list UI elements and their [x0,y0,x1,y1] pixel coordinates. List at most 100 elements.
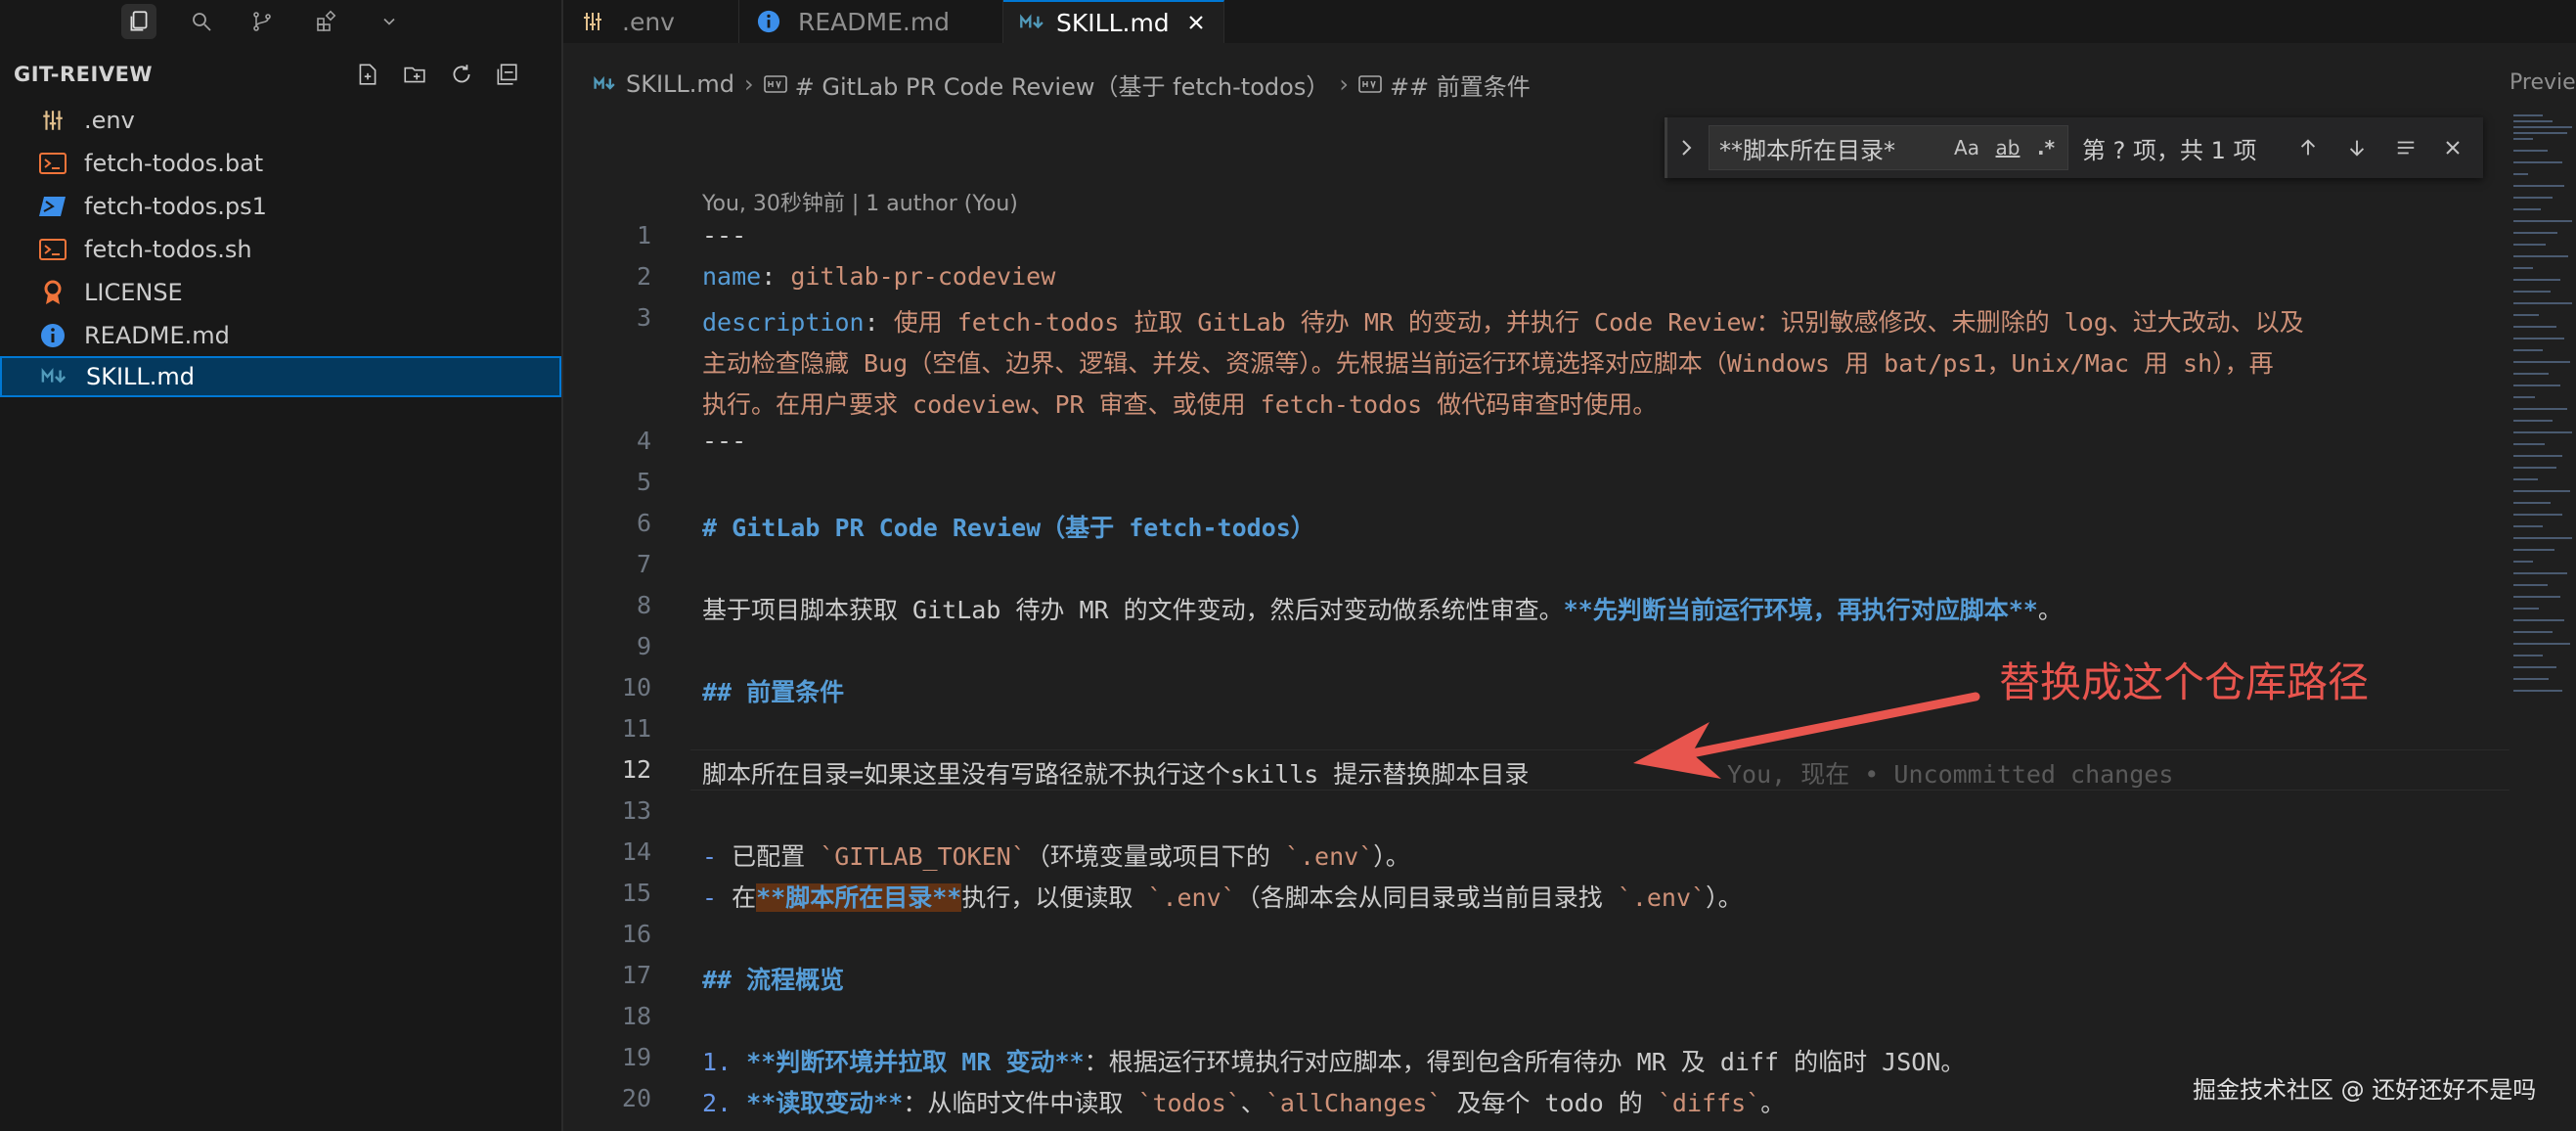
terminal-file-icon [39,236,67,263]
info-file-icon [39,322,67,349]
whole-word-toggle[interactable]: ab [1988,131,2027,164]
chevron-right-icon: › [1339,70,1349,98]
activity-bar [0,0,561,43]
line-number: 10 [621,673,651,701]
new-file-icon[interactable] [352,59,383,90]
line-number: 16 [621,920,651,948]
info-file-icon [755,8,782,35]
breadcrumb-file[interactable]: SKILL.md [626,70,734,98]
minimap[interactable] [2509,106,2576,1131]
line-number: 5 [636,468,651,496]
preview-panel-label[interactable]: Previe [2509,70,2576,95]
line-number: 3 [636,303,651,332]
line-number: 11 [621,714,651,743]
file-item-readme[interactable]: README.md [0,315,561,356]
line-number: 20 [621,1084,651,1112]
code-line: - 已配置 `GITLAB_TOKEN`（环境变量或项目下的 `.env`）。 [702,842,1410,871]
file-label: LICENSE [84,279,183,306]
regex-toggle[interactable]: .* [2029,131,2063,164]
collapse-all-icon[interactable] [491,59,522,90]
code-editor[interactable]: You, 30秒钟前 | 1 author (You) 1 2 3 4 5 6 … [563,106,2509,1131]
new-folder-icon[interactable] [399,59,430,90]
file-label: .env [84,107,135,134]
file-label: SKILL.md [86,363,196,390]
arrow-down-icon[interactable] [2340,131,2374,164]
close-icon[interactable] [1182,9,1210,36]
explorer-section-header[interactable]: GIT-REIVEW [0,57,561,92]
source-control-icon[interactable] [244,4,280,39]
powershell-file-icon [39,193,67,220]
code-line: --- [702,427,747,455]
code-line-wrap: 执行。在用户要求 codeview、PR 审查、或使用 fetch-todos … [702,390,1658,419]
code-line-wrap: 主动检查隐藏 Bug（空值、边界、逻辑、并发、资源等）。先根据当前运行环境选择对… [702,349,2274,378]
file-item-env[interactable]: .env [0,100,561,141]
annotation-arrow [1633,692,1980,779]
tab-readme[interactable]: README.md [739,0,1003,43]
code-line: ## 前置条件 [702,678,845,706]
tab-label: SKILL.md [1056,8,1170,37]
watermark: 掘金技术社区 @ 还好还好不是吗 [2193,1076,2537,1104]
settings-file-icon [39,107,67,134]
line-number: 8 [636,591,651,619]
code-line: # GitLab PR Code Review（基于 fetch-todos） [702,514,1315,542]
tab-label: .env [622,7,675,36]
extensions-icon[interactable] [309,4,344,39]
line-number: 12 [621,755,651,784]
line-number: 19 [621,1043,651,1071]
file-label: fetch-todos.ps1 [84,193,267,220]
find-in-selection-icon[interactable] [2389,131,2422,164]
settings-file-icon [579,8,606,35]
breadcrumb-h2[interactable]: ## 前置条件 [1390,68,1531,102]
arrow-up-icon[interactable] [2291,131,2325,164]
editor-tab-bar: .env README.md SKILL.md [563,0,2576,43]
code-line: 2. **读取变动**：从临时文件中读取 `todos`、`allChanges… [702,1089,1786,1117]
file-item-fetch-todos-bat[interactable]: fetch-todos.bat [0,143,561,184]
chevron-right-icon: › [744,70,754,98]
line-number: 4 [636,427,651,455]
file-item-license[interactable]: LICENSE [0,272,561,313]
chevron-down-icon[interactable] [372,4,407,39]
markdown-file-icon [41,363,68,390]
minimap-lines [2513,114,2572,692]
breadcrumb: SKILL.md › # GitLab PR Code Review（基于 fe… [593,67,2451,102]
explorer-sidebar: GIT-REIVEW .env fetch-todos.bat fetch-to… [0,0,563,1131]
license-file-icon [39,279,67,306]
heading-symbol-icon [1358,74,1382,94]
blame-codelens[interactable]: You, 30秒钟前 | 1 author (You) [702,186,1018,217]
code-line: 脚本所在目录=如果这里没有写路径就不执行这个skills 提示替换脚本目录 [702,760,1530,789]
file-item-skill-md[interactable]: SKILL.md [0,356,561,397]
explorer-icon[interactable] [121,4,156,39]
refresh-icon[interactable] [446,59,477,90]
terminal-file-icon [39,150,67,177]
search-icon[interactable] [184,4,219,39]
file-label: fetch-todos.bat [84,150,264,177]
match-case-toggle[interactable]: Aa [1949,131,1984,164]
file-item-fetch-todos-ps1[interactable]: fetch-todos.ps1 [0,186,561,227]
file-label: fetch-todos.sh [84,236,252,263]
chevron-right-icon[interactable] [1675,133,1699,162]
tab-skill-md[interactable]: SKILL.md [1003,0,1224,43]
tab-label: README.md [798,7,951,36]
breadcrumb-h1[interactable]: # GitLab PR Code Review（基于 fetch-todos） [795,68,1330,102]
line-number: 1 [636,221,651,249]
annotation-label: 替换成这个仓库路径 [1999,658,2370,706]
code-line: ## 流程概览 [702,966,845,994]
line-number: 13 [621,796,651,825]
file-item-fetch-todos-sh[interactable]: fetch-todos.sh [0,229,561,270]
line-number: 14 [621,837,651,866]
tab-env[interactable]: .env [563,0,739,43]
line-number: 6 [636,509,651,537]
code-line: --- [702,221,747,249]
find-result-count: 第 ? 项，共 1 项 [2082,137,2257,164]
line-number: 15 [621,879,651,907]
close-icon[interactable] [2436,131,2469,164]
code-line: 1. **判断环境并拉取 MR 变动**：根据运行环境执行对应脚本，得到包含所有… [702,1048,1966,1076]
find-match-highlight: **脚本所在目录** [756,883,962,912]
line-number: 7 [636,550,651,578]
explorer-folder-title: GIT-REIVEW [14,63,154,86]
line-number: 2 [636,262,651,291]
file-label: README.md [84,322,230,349]
heading-symbol-icon [763,74,787,94]
line-number: 9 [636,632,651,660]
line-number: 17 [621,961,651,989]
